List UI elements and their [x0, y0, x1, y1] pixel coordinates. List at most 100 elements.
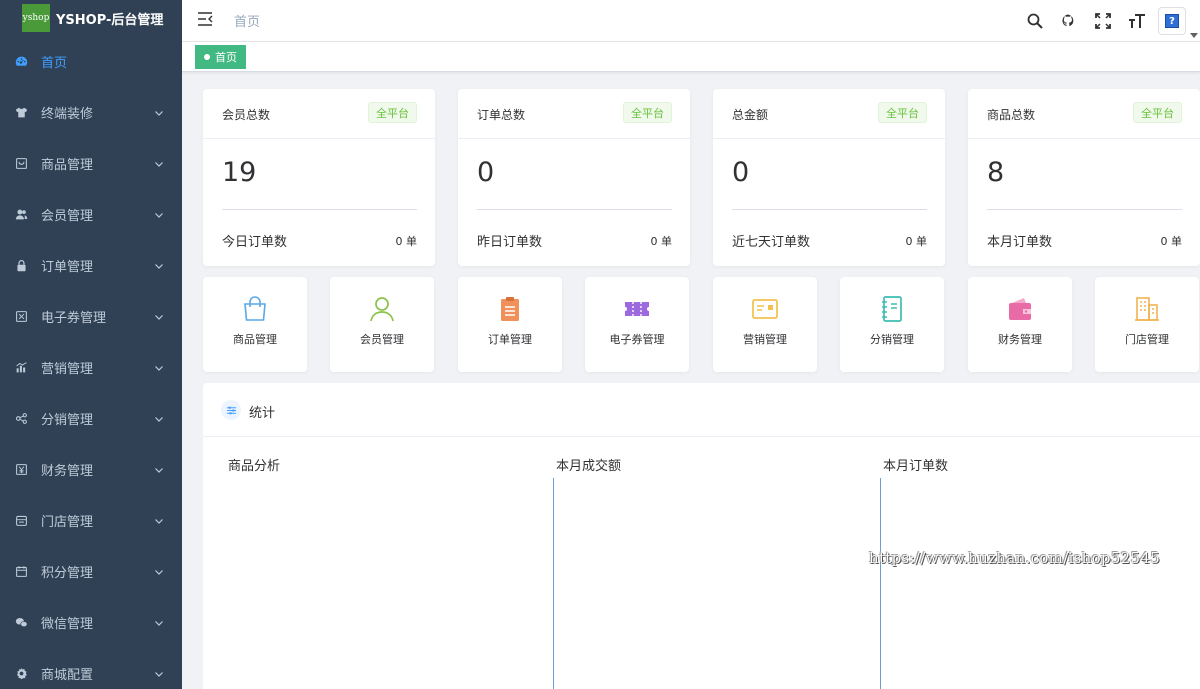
sidebar-item-stores[interactable]: 门店管理 — [0, 495, 182, 546]
sidebar-item-label: 会员管理 — [41, 209, 94, 224]
building-icon — [1133, 295, 1161, 323]
divider — [222, 209, 417, 210]
sidebar: yshop YSHOP-后台管理 首页 终端装修 商品管理 会员管理 订单管理 … — [0, 0, 182, 689]
status-badge: 全平台 — [1133, 102, 1182, 123]
quick-nav-goods[interactable]: 商品管理 — [203, 277, 307, 372]
stat-card-orders: 订单总数 全平台 0 昨日订单数 0 单 — [458, 89, 690, 266]
sidebar-item-finance[interactable]: 财务管理 — [0, 444, 182, 495]
avatar[interactable]: ? — [1158, 7, 1186, 35]
chart-axis-line — [553, 478, 554, 689]
fullscreen-icon[interactable] — [1086, 0, 1120, 42]
sidebar-item-label: 营销管理 — [41, 362, 94, 377]
shirt-icon — [14, 106, 28, 120]
search-icon[interactable] — [1018, 0, 1052, 42]
gear-icon — [14, 667, 28, 681]
font-size-icon[interactable] — [1120, 0, 1154, 42]
stat-card-value: 19 — [222, 157, 257, 188]
github-icon[interactable] — [1052, 0, 1086, 42]
sidebar-item-label: 分销管理 — [41, 413, 94, 428]
quick-nav-label: 财务管理 — [998, 333, 1042, 346]
chart-icon — [14, 361, 28, 375]
chevron-down-icon — [154, 515, 164, 525]
sidebar-item-decoration[interactable]: 终端装修 — [0, 87, 182, 138]
breadcrumb[interactable]: 首页 — [234, 11, 260, 30]
stat-card-amount: 总金额 全平台 0 近七天订单数 0 单 — [713, 89, 945, 266]
chevron-down-icon — [154, 362, 164, 372]
sidebar-item-label: 商品管理 — [41, 158, 94, 173]
goods-icon — [14, 157, 28, 171]
notebook-icon — [878, 295, 906, 323]
quick-nav-coupons[interactable]: 电子券管理 — [585, 277, 689, 372]
chart-title-monthly-orders: 本月订单数 — [883, 459, 949, 474]
user-icon — [368, 295, 396, 323]
active-dot-icon — [204, 54, 210, 60]
stat-card-footer-value: 0 单 — [905, 235, 928, 248]
sidebar-item-wechat[interactable]: 微信管理 — [0, 597, 182, 648]
share-icon — [14, 412, 28, 426]
hamburger-icon[interactable] — [196, 10, 214, 28]
sidebar-item-marketing[interactable]: 营销管理 — [0, 342, 182, 393]
navbar-tools: ? — [1018, 0, 1200, 42]
card-icon — [751, 295, 779, 323]
sidebar-item-orders[interactable]: 订单管理 — [0, 240, 182, 291]
tag-label: 首页 — [215, 51, 237, 64]
chevron-down-icon — [154, 260, 164, 270]
quick-nav-orders[interactable]: 订单管理 — [458, 277, 562, 372]
brand-logo: yshop — [22, 4, 50, 32]
shopping-bag-icon — [241, 295, 269, 323]
sliders-icon — [221, 400, 241, 420]
stat-card-footer-value: 0 单 — [395, 235, 418, 248]
stat-card-footer-label: 昨日订单数 — [477, 235, 543, 250]
sidebar-menu: 首页 终端装修 商品管理 会员管理 订单管理 电子券管理 营销管理 分销管理 财… — [0, 36, 182, 689]
quick-nav-members[interactable]: 会员管理 — [330, 277, 434, 372]
sidebar-item-settings[interactable]: 商城配置 — [0, 648, 182, 689]
calendar-icon — [14, 565, 28, 579]
quick-nav-label: 门店管理 — [1125, 333, 1169, 346]
tag-home[interactable]: 首页 — [195, 45, 246, 69]
tags-view: 首页 — [182, 42, 1200, 72]
quick-nav-label: 电子券管理 — [609, 333, 665, 346]
caret-down-icon — [1190, 24, 1198, 38]
quick-nav-label: 商品管理 — [233, 333, 277, 346]
status-badge: 全平台 — [368, 102, 417, 123]
sidebar-item-coupons[interactable]: 电子券管理 — [0, 291, 182, 342]
stats-title: 统计 — [249, 406, 276, 421]
stat-card-footer-label: 今日订单数 — [222, 235, 288, 250]
stat-card-title: 总金额 — [732, 108, 769, 122]
chart-title-monthly-revenue: 本月成交额 — [556, 459, 622, 474]
store-icon — [14, 514, 28, 528]
stat-card-footer-label: 本月订单数 — [987, 235, 1053, 250]
quick-nav-distribution[interactable]: 分销管理 — [840, 277, 944, 372]
divider — [477, 209, 672, 210]
stat-card-footer-value: 0 单 — [1160, 235, 1183, 248]
brand[interactable]: yshop YSHOP-后台管理 — [0, 0, 182, 36]
sidebar-item-goods[interactable]: 商品管理 — [0, 138, 182, 189]
chevron-down-icon — [154, 566, 164, 576]
stats-header: 统计 — [203, 383, 1200, 437]
status-badge: 全平台 — [878, 102, 927, 123]
sidebar-item-label: 终端装修 — [41, 107, 94, 122]
wallet-icon — [1006, 295, 1034, 323]
sidebar-item-distribution[interactable]: 分销管理 — [0, 393, 182, 444]
sidebar-item-label: 财务管理 — [41, 464, 94, 479]
lock-icon — [14, 259, 28, 273]
user-menu[interactable]: ? — [1154, 0, 1200, 42]
divider — [987, 209, 1182, 210]
quick-nav-label: 会员管理 — [360, 333, 404, 346]
sidebar-item-points[interactable]: 积分管理 — [0, 546, 182, 597]
sidebar-item-label: 门店管理 — [41, 515, 94, 530]
sidebar-item-label: 订单管理 — [41, 260, 94, 275]
quick-nav-finance[interactable]: 财务管理 — [968, 277, 1072, 372]
navbar: 首页 ? — [182, 0, 1200, 42]
quick-nav-stores[interactable]: 门店管理 — [1095, 277, 1199, 372]
sidebar-item-members[interactable]: 会员管理 — [0, 189, 182, 240]
chevron-down-icon — [154, 617, 164, 627]
sidebar-item-home[interactable]: 首页 — [0, 36, 182, 87]
quick-nav-marketing[interactable]: 营销管理 — [713, 277, 817, 372]
quick-nav-label: 营销管理 — [743, 333, 787, 346]
sidebar-item-label: 电子券管理 — [41, 311, 107, 326]
stat-card-title: 订单总数 — [477, 108, 526, 122]
stat-card-footer-value: 0 单 — [650, 235, 673, 248]
coupon-icon — [14, 310, 28, 324]
chart-axis-line — [880, 478, 881, 689]
